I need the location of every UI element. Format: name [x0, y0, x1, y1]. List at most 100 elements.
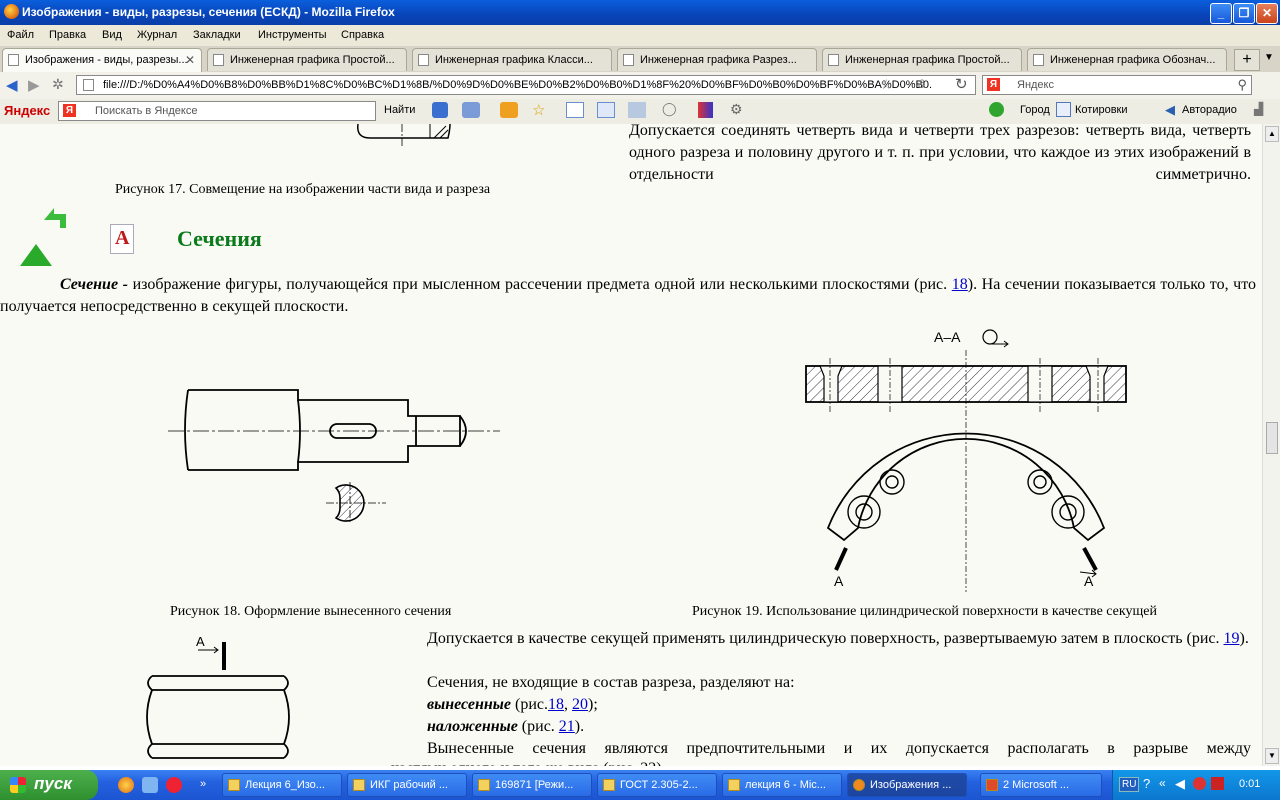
superimposed-pre: (рис.: [517, 718, 559, 735]
menu-tools[interactable]: Инструменты: [258, 29, 327, 41]
pages-icon[interactable]: [628, 102, 646, 118]
signal-icon: ▟: [1254, 102, 1264, 116]
menu-help[interactable]: Справка: [341, 29, 384, 41]
link-fig-18b[interactable]: 18: [548, 696, 564, 713]
figure-19-drawing: А–А А А: [805, 329, 1127, 592]
url-text: file:///D:/%D0%A4%D0%B8%D0%BB%D1%8C%D0%B…: [103, 79, 932, 91]
fig20-label: А: [196, 634, 205, 649]
app-icon[interactable]: [698, 102, 713, 118]
forward-icon[interactable]: ▶: [28, 76, 40, 94]
help-icon[interactable]: ?: [1143, 776, 1150, 791]
top-arrow-icon[interactable]: [18, 242, 54, 268]
clock[interactable]: 0:01: [1239, 778, 1260, 790]
task-button-2[interactable]: ИКГ рабочий ...: [347, 773, 467, 797]
task-button-6[interactable]: Изображения ...: [847, 773, 967, 797]
office-icon: [986, 779, 998, 791]
yandex-search-input[interactable]: Я Поискать в Яндексе: [58, 101, 376, 121]
term-removed: вынесенные: [427, 696, 511, 713]
scroll-down-button[interactable]: ▼: [1265, 748, 1279, 764]
close-button[interactable]: ✕: [1256, 3, 1278, 24]
firefox-quicklaunch-icon[interactable]: [118, 777, 134, 793]
pdf-document-icon[interactable]: A: [110, 224, 134, 254]
settings-gear-icon[interactable]: ⚙: [730, 101, 743, 118]
task-button-1[interactable]: Лекция 6_Изо...: [222, 773, 342, 797]
windows-logo-icon: [10, 777, 26, 793]
navigation-bar: ◀ ▶ ✲ file:///D:/%D0%A4%D0%B8%D0%BB%D1%8…: [0, 72, 1280, 100]
bookmark-star-icon[interactable]: ☆: [880, 76, 893, 93]
menu-history[interactable]: Журнал: [137, 29, 177, 41]
yandex-toolbar: Яндекс Я Поискать в Яндексе Найти ☆ ◯ ⚙ …: [0, 99, 1280, 125]
opera-quicklaunch-icon[interactable]: [166, 777, 182, 793]
removed-pre: (рис.: [510, 696, 548, 713]
menu-bookmarks[interactable]: Закладки: [193, 29, 241, 41]
new-tab-button[interactable]: +: [1234, 49, 1260, 71]
search-icon[interactable]: ⚲: [1237, 77, 1247, 93]
window-title: Изображения - виды, разрезы, сечения (ЕС…: [22, 5, 395, 19]
page-content: Допускается соединять четверть вида и че…: [0, 124, 1262, 766]
window-title-bar: Изображения - виды, разрезы, сечения (ЕС…: [0, 0, 1280, 25]
link-fig-21[interactable]: 21: [559, 718, 575, 735]
link-fig-20[interactable]: 20: [572, 696, 588, 713]
city-button[interactable]: Город: [1020, 104, 1050, 116]
back-icon[interactable]: ◀: [6, 76, 18, 94]
maximize-button[interactable]: ❐: [1233, 3, 1255, 24]
task-button-4[interactable]: ГОСТ 2.305-2...: [597, 773, 717, 797]
yandex-find-button[interactable]: Найти: [384, 104, 415, 116]
task-button-5[interactable]: лекция 6 - Mic...: [722, 773, 842, 797]
word-icon: [603, 779, 615, 791]
reload-icon[interactable]: ↻: [955, 75, 968, 93]
tab-label: Инженерная графика Простой...: [230, 54, 395, 66]
menu-view[interactable]: Вид: [102, 29, 122, 41]
quicklaunch-expand-icon[interactable]: »: [200, 778, 206, 790]
up-arrow-icon[interactable]: [40, 204, 68, 234]
web-search-input[interactable]: Я Яндекс ⚲: [982, 75, 1252, 95]
paragraph-removed-preferred: Вынесенные сечения являются предпочтител…: [427, 740, 1251, 757]
language-indicator[interactable]: RU: [1119, 777, 1140, 792]
scroll-thumb[interactable]: [1266, 422, 1278, 454]
tab-3[interactable]: Инженерная графика Класси...: [412, 48, 612, 71]
menu-edit[interactable]: Правка: [49, 29, 86, 41]
antivirus-icon[interactable]: [1211, 777, 1224, 790]
minimize-button[interactable]: _: [1210, 3, 1232, 24]
link-fig-19[interactable]: 19: [1223, 630, 1239, 647]
figure-20-drawing: А: [146, 634, 290, 759]
feed-icon[interactable]: &: [918, 77, 926, 91]
tab-5[interactable]: Инженерная графика Простой...: [822, 48, 1022, 71]
tab-2[interactable]: Инженерная графика Простой...: [207, 48, 407, 71]
tab-4[interactable]: Инженерная графика Разрез...: [617, 48, 817, 71]
yandex-logo[interactable]: Яндекс: [4, 103, 50, 118]
radio-button[interactable]: Авторадио: [1182, 104, 1237, 116]
bookmarks-icon[interactable]: [432, 102, 448, 118]
task-label: Изображения ...: [870, 779, 952, 791]
favorites-star-icon[interactable]: ☆: [532, 101, 545, 119]
word-icon: [478, 779, 490, 791]
link-fig-18[interactable]: 18: [952, 276, 968, 293]
weather-icon[interactable]: [500, 102, 518, 118]
translate-icon[interactable]: [597, 102, 615, 118]
task-label: ИКГ рабочий ...: [370, 779, 448, 791]
yandex-icon: Я: [63, 104, 76, 117]
start-button[interactable]: пуск: [0, 770, 98, 800]
security-icon[interactable]: [1193, 777, 1206, 790]
task-label: 2 Microsoft ...: [1003, 779, 1070, 791]
task-button-7[interactable]: 2 Microsoft ...: [980, 773, 1102, 797]
spellcheck-icon[interactable]: [566, 102, 584, 118]
url-bar[interactable]: file:///D:/%D0%A4%D0%B8%D0%BB%D1%8C%D0%B…: [76, 75, 976, 95]
tab-list-button[interactable]: ▼: [1264, 52, 1274, 63]
mail-icon[interactable]: [462, 102, 480, 118]
page-icon: [1033, 54, 1044, 66]
tab-6[interactable]: Инженерная графика Обознач...: [1027, 48, 1227, 71]
scroll-up-button[interactable]: ▲: [1265, 126, 1279, 142]
close-tab-icon[interactable]: ✕: [185, 53, 195, 67]
collapse-tray-icon[interactable]: «: [1159, 776, 1166, 790]
section-view: [326, 482, 386, 524]
vertical-scrollbar[interactable]: ▲ ▼: [1262, 124, 1280, 766]
menu-file[interactable]: Файл: [7, 29, 34, 41]
quotes-button[interactable]: Котировки: [1075, 104, 1128, 116]
volume-icon[interactable]: ◀: [1175, 776, 1185, 792]
network-quicklaunch-icon[interactable]: [142, 777, 158, 793]
history-icon[interactable]: ✲: [52, 76, 64, 93]
comment-icon[interactable]: ◯: [662, 101, 677, 117]
task-button-3[interactable]: 169871 [Режи...: [472, 773, 592, 797]
tab-1[interactable]: Изображения - виды, разрезы... ✕: [2, 48, 202, 72]
